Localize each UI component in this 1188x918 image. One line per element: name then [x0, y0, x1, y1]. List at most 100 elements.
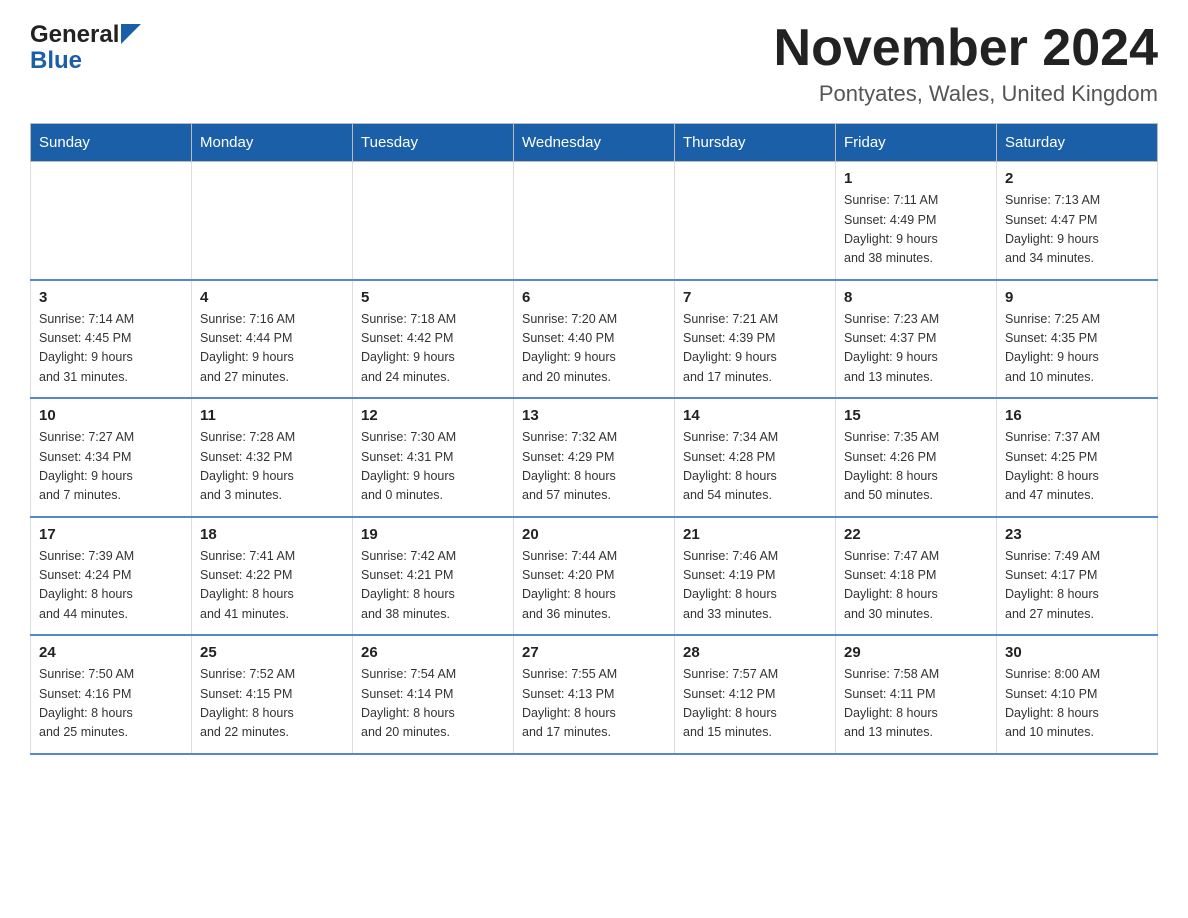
calendar-day-cell: 16 Sunrise: 7:37 AMSunset: 4:25 PMDayligh…: [997, 398, 1158, 517]
calendar-subtitle: Pontyates, Wales, United Kingdom: [774, 81, 1158, 107]
day-number: 9: [1005, 289, 1149, 306]
day-info: Sunrise: 7:25 AMSunset: 4:35 PMDaylight:…: [1005, 310, 1149, 388]
title-area: November 2024 Pontyates, Wales, United K…: [774, 20, 1158, 107]
calendar-day-cell: 22 Sunrise: 7:47 AMSunset: 4:18 PMDayligh…: [836, 517, 997, 636]
day-number: 16: [1005, 407, 1149, 424]
day-number: 29: [844, 644, 988, 661]
calendar-header-row: SundayMondayTuesdayWednesdayThursdayFrid…: [31, 124, 1158, 162]
day-number: 22: [844, 526, 988, 543]
logo: General Blue: [30, 20, 141, 75]
day-number: 30: [1005, 644, 1149, 661]
day-info: Sunrise: 7:21 AMSunset: 4:39 PMDaylight:…: [683, 310, 827, 388]
day-number: 8: [844, 289, 988, 306]
day-info: Sunrise: 7:30 AMSunset: 4:31 PMDaylight:…: [361, 428, 505, 506]
day-info: Sunrise: 7:54 AMSunset: 4:14 PMDaylight:…: [361, 665, 505, 743]
day-number: 21: [683, 526, 827, 543]
day-info: Sunrise: 7:39 AMSunset: 4:24 PMDaylight:…: [39, 547, 183, 625]
day-info: Sunrise: 7:35 AMSunset: 4:26 PMDaylight:…: [844, 428, 988, 506]
day-number: 28: [683, 644, 827, 661]
day-number: 24: [39, 644, 183, 661]
day-info: Sunrise: 7:32 AMSunset: 4:29 PMDaylight:…: [522, 428, 666, 506]
day-number: 14: [683, 407, 827, 424]
calendar-day-cell: 11Sunrise: 7:28 AMSunset: 4:32 PMDayligh…: [192, 398, 353, 517]
day-number: 2: [1005, 170, 1149, 187]
calendar-day-cell: [192, 162, 353, 280]
day-info: Sunrise: 7:16 AMSunset: 4:44 PMDaylight:…: [200, 310, 344, 388]
day-info: Sunrise: 7:44 AMSunset: 4:20 PMDaylight:…: [522, 547, 666, 625]
day-number: 19: [361, 526, 505, 543]
calendar-day-cell: 19 Sunrise: 7:42 AMSunset: 4:21 PMDayligh…: [353, 517, 514, 636]
calendar-day-cell: 24 Sunrise: 7:50 AMSunset: 4:16 PMDayligh…: [31, 635, 192, 754]
calendar-day-cell: 15 Sunrise: 7:35 AMSunset: 4:26 PMDayligh…: [836, 398, 997, 517]
calendar-day-cell: 6 Sunrise: 7:20 AMSunset: 4:40 PMDaylight…: [514, 280, 675, 399]
calendar-day-cell: 9 Sunrise: 7:25 AMSunset: 4:35 PMDaylight…: [997, 280, 1158, 399]
day-info: Sunrise: 7:27 AMSunset: 4:34 PMDaylight:…: [39, 428, 183, 506]
calendar-day-cell: 1Sunrise: 7:11 AMSunset: 4:49 PMDaylight…: [836, 162, 997, 280]
day-number: 1: [844, 170, 988, 187]
calendar-day-cell: [514, 162, 675, 280]
calendar-week-row: 17Sunrise: 7:39 AMSunset: 4:24 PMDayligh…: [31, 517, 1158, 636]
logo-general-text: General: [30, 21, 119, 49]
calendar-week-row: 1Sunrise: 7:11 AMSunset: 4:49 PMDaylight…: [31, 162, 1158, 280]
day-number: 3: [39, 289, 183, 306]
day-info: Sunrise: 7:28 AMSunset: 4:32 PMDaylight:…: [200, 428, 344, 506]
day-info: Sunrise: 7:42 AMSunset: 4:21 PMDaylight:…: [361, 547, 505, 625]
day-of-week-header: Tuesday: [353, 124, 514, 162]
calendar-day-cell: 18Sunrise: 7:41 AMSunset: 4:22 PMDayligh…: [192, 517, 353, 636]
day-info: Sunrise: 7:55 AMSunset: 4:13 PMDaylight:…: [522, 665, 666, 743]
calendar-week-row: 10Sunrise: 7:27 AMSunset: 4:34 PMDayligh…: [31, 398, 1158, 517]
day-of-week-header: Wednesday: [514, 124, 675, 162]
day-number: 26: [361, 644, 505, 661]
day-info: Sunrise: 7:41 AMSunset: 4:22 PMDaylight:…: [200, 547, 344, 625]
logo-arrow-icon: [119, 20, 141, 49]
calendar-day-cell: 23Sunrise: 7:49 AMSunset: 4:17 PMDayligh…: [997, 517, 1158, 636]
day-number: 20: [522, 526, 666, 543]
day-number: 13: [522, 407, 666, 424]
calendar-day-cell: 27Sunrise: 7:55 AMSunset: 4:13 PMDayligh…: [514, 635, 675, 754]
day-of-week-header: Monday: [192, 124, 353, 162]
day-number: 25: [200, 644, 344, 661]
day-number: 15: [844, 407, 988, 424]
calendar-day-cell: 7 Sunrise: 7:21 AMSunset: 4:39 PMDaylight…: [675, 280, 836, 399]
calendar-day-cell: 17Sunrise: 7:39 AMSunset: 4:24 PMDayligh…: [31, 517, 192, 636]
calendar-day-cell: 5Sunrise: 7:18 AMSunset: 4:42 PMDaylight…: [353, 280, 514, 399]
calendar-week-row: 24 Sunrise: 7:50 AMSunset: 4:16 PMDayligh…: [31, 635, 1158, 754]
calendar-day-cell: 20 Sunrise: 7:44 AMSunset: 4:20 PMDayligh…: [514, 517, 675, 636]
day-of-week-header: Thursday: [675, 124, 836, 162]
day-info: Sunrise: 7:20 AMSunset: 4:40 PMDaylight:…: [522, 310, 666, 388]
day-of-week-header: Sunday: [31, 124, 192, 162]
calendar-day-cell: 14Sunrise: 7:34 AMSunset: 4:28 PMDayligh…: [675, 398, 836, 517]
day-number: 6: [522, 289, 666, 306]
calendar-day-cell: 10Sunrise: 7:27 AMSunset: 4:34 PMDayligh…: [31, 398, 192, 517]
day-number: 12: [361, 407, 505, 424]
calendar-day-cell: 4Sunrise: 7:16 AMSunset: 4:44 PMDaylight…: [192, 280, 353, 399]
day-info: Sunrise: 8:00 AMSunset: 4:10 PMDaylight:…: [1005, 665, 1149, 743]
calendar-day-cell: [675, 162, 836, 280]
calendar-day-cell: 13 Sunrise: 7:32 AMSunset: 4:29 PMDayligh…: [514, 398, 675, 517]
day-info: Sunrise: 7:23 AMSunset: 4:37 PMDaylight:…: [844, 310, 988, 388]
day-info: Sunrise: 7:57 AMSunset: 4:12 PMDaylight:…: [683, 665, 827, 743]
day-info: Sunrise: 7:14 AMSunset: 4:45 PMDaylight:…: [39, 310, 183, 388]
day-info: Sunrise: 7:46 AMSunset: 4:19 PMDaylight:…: [683, 547, 827, 625]
day-info: Sunrise: 7:50 AMSunset: 4:16 PMDaylight:…: [39, 665, 183, 743]
calendar-day-cell: 3 Sunrise: 7:14 AMSunset: 4:45 PMDaylight…: [31, 280, 192, 399]
day-number: 5: [361, 289, 505, 306]
calendar-day-cell: 21 Sunrise: 7:46 AMSunset: 4:19 PMDayligh…: [675, 517, 836, 636]
day-number: 7: [683, 289, 827, 306]
day-info: Sunrise: 7:58 AMSunset: 4:11 PMDaylight:…: [844, 665, 988, 743]
day-info: Sunrise: 7:37 AMSunset: 4:25 PMDaylight:…: [1005, 428, 1149, 506]
day-info: Sunrise: 7:52 AMSunset: 4:15 PMDaylight:…: [200, 665, 344, 743]
day-info: Sunrise: 7:13 AMSunset: 4:47 PMDaylight:…: [1005, 191, 1149, 269]
calendar-day-cell: [31, 162, 192, 280]
page-header: General Blue November 2024 Pontyates, Wa…: [30, 20, 1158, 107]
day-info: Sunrise: 7:49 AMSunset: 4:17 PMDaylight:…: [1005, 547, 1149, 625]
day-info: Sunrise: 7:47 AMSunset: 4:18 PMDaylight:…: [844, 547, 988, 625]
calendar-day-cell: [353, 162, 514, 280]
logo-blue-text: Blue: [30, 47, 82, 74]
calendar-day-cell: 28 Sunrise: 7:57 AMSunset: 4:12 PMDayligh…: [675, 635, 836, 754]
calendar-day-cell: 25 Sunrise: 7:52 AMSunset: 4:15 PMDayligh…: [192, 635, 353, 754]
calendar-day-cell: 29 Sunrise: 7:58 AMSunset: 4:11 PMDayligh…: [836, 635, 997, 754]
calendar-week-row: 3 Sunrise: 7:14 AMSunset: 4:45 PMDaylight…: [31, 280, 1158, 399]
calendar-day-cell: 26 Sunrise: 7:54 AMSunset: 4:14 PMDayligh…: [353, 635, 514, 754]
calendar-day-cell: 12 Sunrise: 7:30 AMSunset: 4:31 PMDayligh…: [353, 398, 514, 517]
